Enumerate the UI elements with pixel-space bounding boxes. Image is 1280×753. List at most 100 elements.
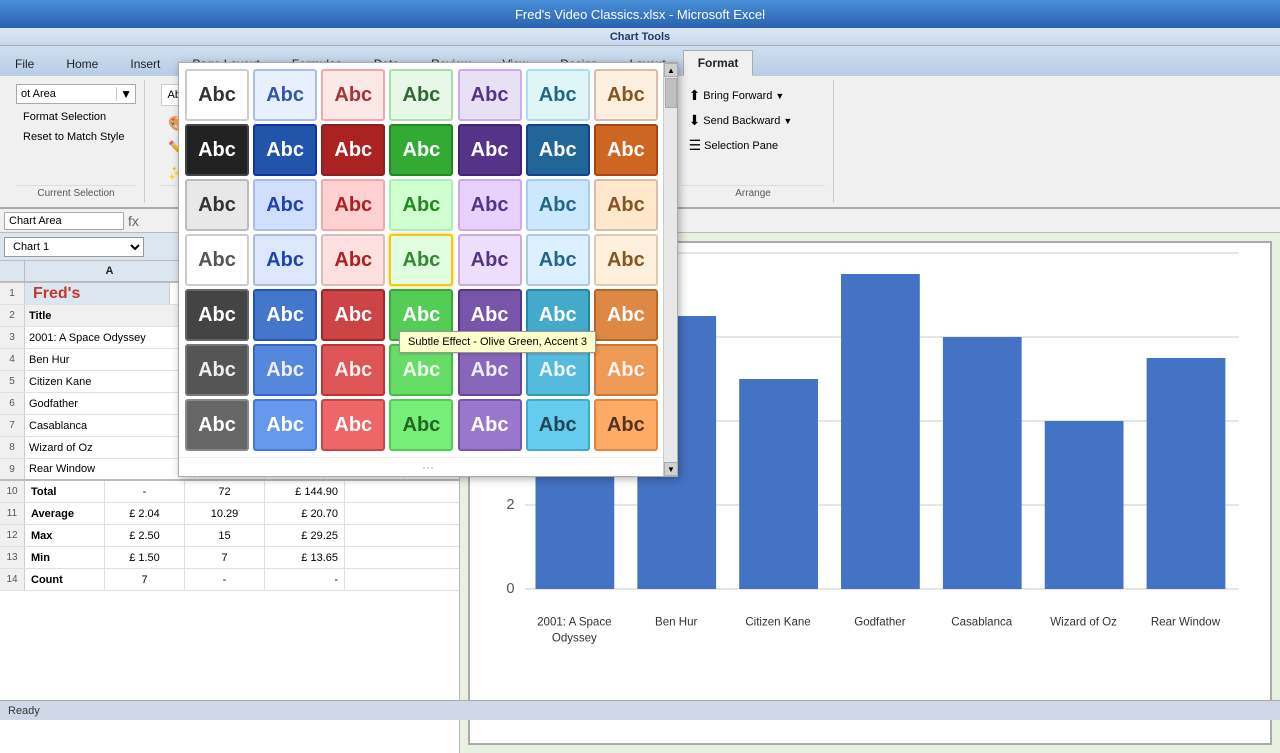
wa-6-1[interactable]: Abc bbox=[185, 344, 249, 396]
wa-5-3[interactable]: Abc bbox=[321, 289, 385, 341]
wa-4-1[interactable]: Abc bbox=[185, 234, 249, 286]
bar-7[interactable] bbox=[1147, 358, 1226, 589]
wa-6-7[interactable]: Abc bbox=[594, 344, 658, 396]
total-d[interactable]: £ 144.90 bbox=[265, 481, 345, 502]
wa-4-2[interactable]: Abc bbox=[253, 234, 317, 286]
wordart-scrollbar[interactable]: ▲ ▼ bbox=[663, 63, 677, 476]
bring-forward-dropdown[interactable]: ▼ bbox=[775, 91, 784, 101]
min-b[interactable]: £ 1.50 bbox=[105, 547, 185, 568]
wa-5-1[interactable]: Abc bbox=[185, 289, 249, 341]
movie-3[interactable]: Citizen Kane bbox=[25, 371, 195, 392]
chart-name-select[interactable]: Chart 1 bbox=[4, 237, 144, 257]
bar-5[interactable] bbox=[943, 337, 1022, 589]
avg-label[interactable]: Average bbox=[25, 503, 105, 524]
selection-pane-btn[interactable]: ☰ Selection Pane bbox=[682, 134, 800, 157]
wa-3-3[interactable]: Abc bbox=[321, 179, 385, 231]
scrollbar-track[interactable] bbox=[664, 77, 677, 462]
wa-3-4[interactable]: Abc bbox=[389, 179, 453, 231]
wa-4-5[interactable]: Abc bbox=[458, 234, 522, 286]
movie-2[interactable]: Ben Hur bbox=[25, 349, 195, 370]
movie-5[interactable]: Casablanca bbox=[25, 415, 195, 436]
scrollbar-thumb[interactable] bbox=[665, 78, 677, 108]
wa-2-2[interactable]: Abc bbox=[253, 124, 317, 176]
avg-c[interactable]: 10.29 bbox=[185, 503, 265, 524]
wa-1-6[interactable]: Abc bbox=[526, 69, 590, 121]
tab-insert[interactable]: Insert bbox=[115, 50, 175, 76]
wa-3-7[interactable]: Abc bbox=[594, 179, 658, 231]
movie-6[interactable]: Wizard of Oz bbox=[25, 437, 195, 458]
count-label[interactable]: Count bbox=[25, 569, 105, 590]
wordart-dropdown-panel[interactable]: Abc Abc Abc Abc Abc Abc Abc Abc Abc Abc … bbox=[178, 62, 678, 477]
max-b[interactable]: £ 2.50 bbox=[105, 525, 185, 546]
movie-7[interactable]: Rear Window bbox=[25, 459, 195, 479]
wa-1-5[interactable]: Abc bbox=[458, 69, 522, 121]
avg-b[interactable]: £ 2.04 bbox=[105, 503, 185, 524]
wa-1-1[interactable]: Abc bbox=[185, 69, 249, 121]
wa-1-2[interactable]: Abc bbox=[253, 69, 317, 121]
wa-4-3[interactable]: Abc bbox=[321, 234, 385, 286]
wa-3-2[interactable]: Abc bbox=[253, 179, 317, 231]
wa-7-7[interactable]: Abc bbox=[594, 399, 658, 451]
wa-4-4[interactable]: Abc bbox=[389, 234, 453, 286]
reset-style-btn[interactable]: Reset to Match Style bbox=[16, 128, 136, 146]
count-c[interactable]: - bbox=[185, 569, 265, 590]
wa-4-6[interactable]: Abc bbox=[526, 234, 590, 286]
header-title[interactable]: Title bbox=[25, 305, 195, 326]
movie-4[interactable]: Godfather bbox=[25, 393, 195, 414]
name-box[interactable]: Chart Area bbox=[4, 212, 124, 230]
wa-7-6[interactable]: Abc bbox=[526, 399, 590, 451]
wa-7-5[interactable]: Abc bbox=[458, 399, 522, 451]
scrollbar-down-arrow[interactable]: ▼ bbox=[664, 462, 678, 476]
total-label[interactable]: Total bbox=[25, 481, 105, 502]
bar-4[interactable] bbox=[841, 274, 920, 589]
count-d[interactable]: - bbox=[265, 569, 345, 590]
wa-2-4[interactable]: Abc bbox=[389, 124, 453, 176]
total-c[interactable]: 72 bbox=[185, 481, 265, 502]
freds-title-cell[interactable]: Fred's bbox=[25, 283, 170, 304]
format-selection-btn[interactable]: Format Selection bbox=[16, 108, 136, 126]
wa-3-5[interactable]: Abc bbox=[458, 179, 522, 231]
bar-6[interactable] bbox=[1045, 421, 1124, 589]
avg-d[interactable]: £ 20.70 bbox=[265, 503, 345, 524]
wa-5-2[interactable]: Abc bbox=[253, 289, 317, 341]
min-d[interactable]: £ 13.65 bbox=[265, 547, 345, 568]
wa-6-2[interactable]: Abc bbox=[253, 344, 317, 396]
tab-home[interactable]: Home bbox=[51, 50, 113, 76]
wa-2-1[interactable]: Abc bbox=[185, 124, 249, 176]
count-b[interactable]: 7 bbox=[105, 569, 185, 590]
wa-6-3[interactable]: Abc bbox=[321, 344, 385, 396]
row-num-7: 7 bbox=[0, 415, 25, 436]
bring-forward-btn[interactable]: ⬆ Bring Forward ▼ bbox=[682, 84, 800, 107]
bar-3[interactable] bbox=[739, 379, 818, 589]
wa-3-1[interactable]: Abc bbox=[185, 179, 249, 231]
movie-1[interactable]: 2001: A Space Odyssey bbox=[25, 327, 195, 348]
wa-1-4[interactable]: Abc bbox=[389, 69, 453, 121]
wa-1-7[interactable]: Abc bbox=[594, 69, 658, 121]
svg-text:Godfather: Godfather bbox=[854, 617, 905, 629]
wa-2-7[interactable]: Abc bbox=[594, 124, 658, 176]
wa-2-3[interactable]: Abc bbox=[321, 124, 385, 176]
wa-3-6[interactable]: Abc bbox=[526, 179, 590, 231]
wa-7-1[interactable]: Abc bbox=[185, 399, 249, 451]
scrollbar-up-arrow[interactable]: ▲ bbox=[664, 63, 678, 77]
wa-7-3[interactable]: Abc bbox=[321, 399, 385, 451]
tab-format[interactable]: Format bbox=[683, 50, 754, 76]
total-b[interactable]: - bbox=[105, 481, 185, 502]
wa-7-2[interactable]: Abc bbox=[253, 399, 317, 451]
wa-7-4[interactable]: Abc bbox=[389, 399, 453, 451]
send-backward-dropdown[interactable]: ▼ bbox=[783, 116, 792, 126]
tab-file[interactable]: File bbox=[0, 50, 49, 76]
wa-1-3[interactable]: Abc bbox=[321, 69, 385, 121]
col-a-header[interactable]: A bbox=[25, 261, 195, 281]
max-c[interactable]: 15 bbox=[185, 525, 265, 546]
wa-2-5[interactable]: Abc bbox=[458, 124, 522, 176]
wa-5-7[interactable]: Abc bbox=[594, 289, 658, 341]
wa-2-6[interactable]: Abc bbox=[526, 124, 590, 176]
wa-4-7[interactable]: Abc bbox=[594, 234, 658, 286]
current-selection-dropdown[interactable]: ▼ bbox=[116, 87, 135, 101]
max-label[interactable]: Max bbox=[25, 525, 105, 546]
min-c[interactable]: 7 bbox=[185, 547, 265, 568]
max-d[interactable]: £ 29.25 bbox=[265, 525, 345, 546]
send-backward-btn[interactable]: ⬇ Send Backward ▼ bbox=[682, 109, 800, 132]
min-label[interactable]: Min bbox=[25, 547, 105, 568]
